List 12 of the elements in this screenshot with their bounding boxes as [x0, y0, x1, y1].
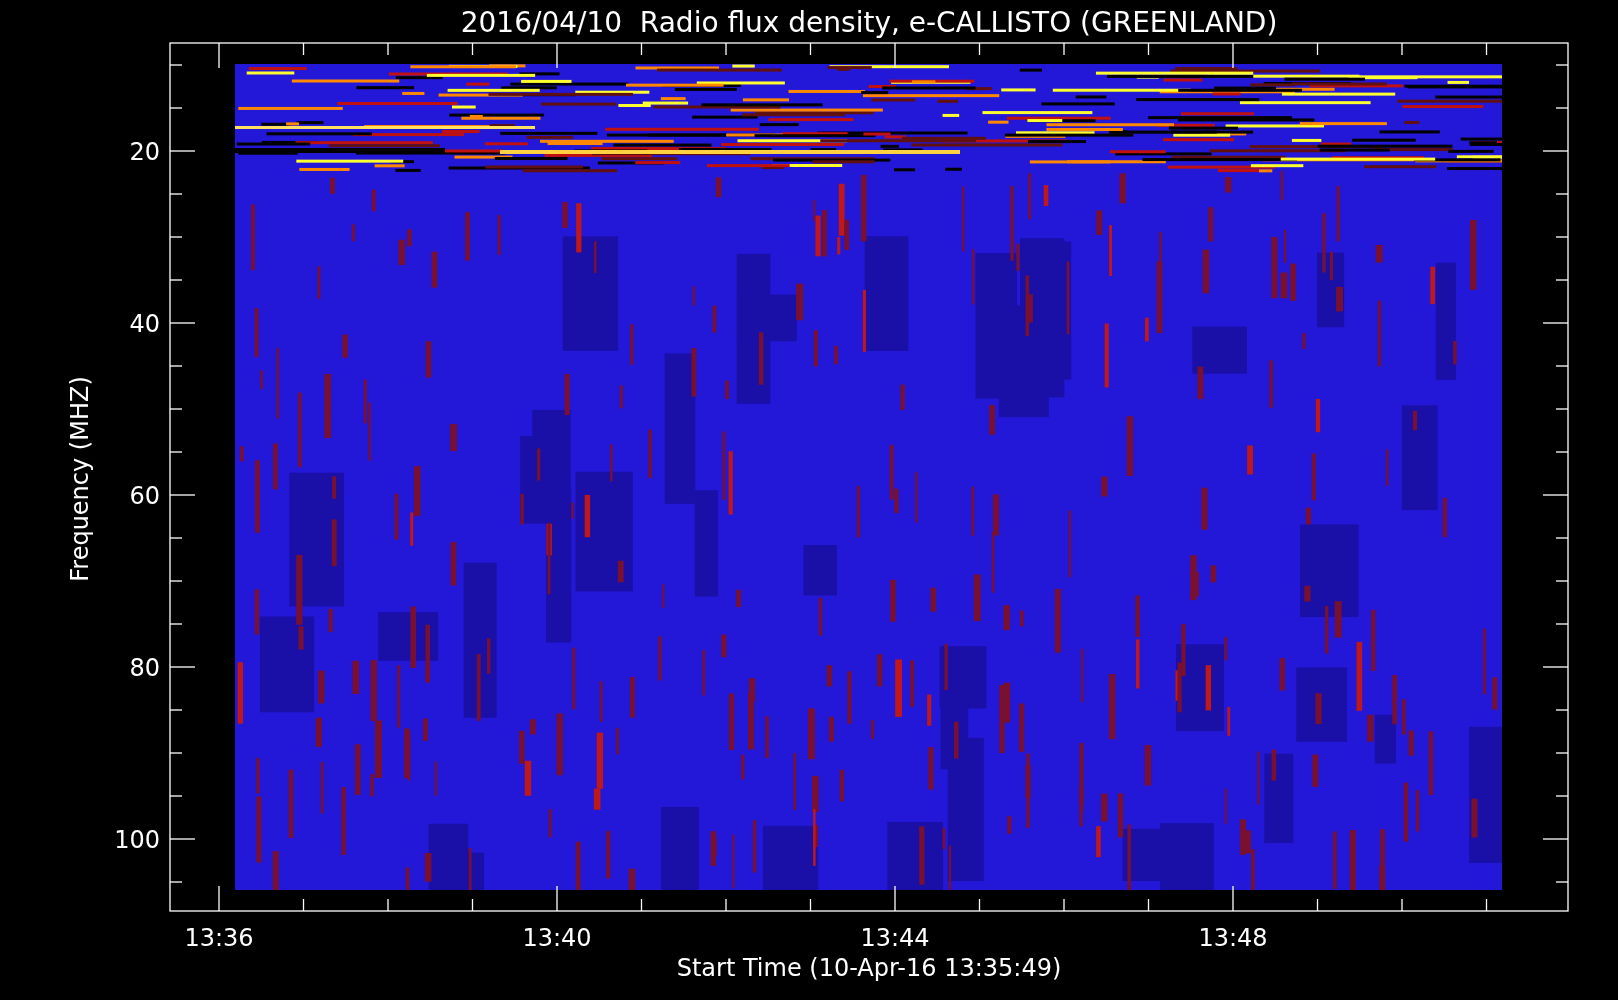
- chart-title: 2016/04/10 Radio flux density, e-CALLISTO (GREENLAND): [460, 6, 1278, 39]
- y-axis-label: Frequency (MHZ): [66, 376, 94, 582]
- x-axis-label: Start Time (10-Apr-16 13:35:49): [676, 954, 1062, 982]
- x-tick-label: 13:40: [522, 924, 592, 952]
- x-tick-label: 13:48: [1198, 924, 1268, 952]
- y-tick-label: 40: [129, 310, 160, 338]
- x-tick-label: 13:36: [184, 924, 254, 952]
- x-tick-label: 13:44: [860, 924, 930, 952]
- y-tick-label: 60: [129, 482, 160, 510]
- y-tick-label: 20: [129, 138, 160, 166]
- y-tick-label: 80: [129, 654, 160, 682]
- y-tick-label: 100: [114, 826, 160, 854]
